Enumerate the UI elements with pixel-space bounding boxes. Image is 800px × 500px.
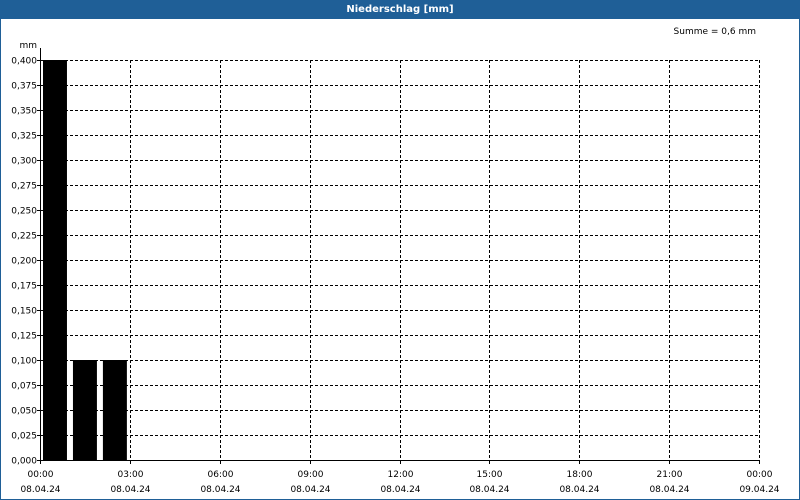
y-tick-label: 0,200: [11, 257, 37, 267]
y-tick-label: 0,075: [11, 382, 37, 392]
y-tick-label: 0,375: [11, 82, 37, 92]
x-tick-time: 00:00: [28, 470, 54, 480]
y-tick-label: 0,250: [11, 207, 37, 217]
x-tick-labels: 00:00 08.04.24 03:00 08.04.24 06:00 08.04.24 0…: [20, 470, 779, 495]
bar: [42, 60, 67, 460]
y-tick-label: 0,050: [11, 407, 37, 417]
x-tick-date: 08.04.24: [110, 485, 150, 495]
x-tick-time: 15:00: [477, 470, 503, 480]
x-tick-date: 08.04.24: [559, 485, 599, 495]
y-tick-label: 0,025: [11, 432, 37, 442]
x-tick-time: 09:00: [298, 470, 324, 480]
x-tick-time: 06:00: [208, 470, 234, 480]
y-tick-labels: 0,000 0,025 0,050 0,075 0,100 0,125 0,150 0,175…: [11, 57, 37, 467]
y-tick-label: 0,400: [11, 57, 37, 67]
y-tick-label: 0,100: [11, 357, 37, 367]
x-tick-time: 12:00: [388, 470, 414, 480]
y-tick-label: 0,300: [11, 157, 37, 167]
x-tick-date: 08.04.24: [469, 485, 509, 495]
y-tick-label: 0,000: [11, 457, 37, 467]
x-tick-date: 08.04.24: [200, 485, 240, 495]
bars: [42, 60, 127, 460]
x-tick-time: 03:00: [118, 470, 144, 480]
x-tick-date: 08.04.24: [20, 485, 60, 495]
y-tick-label: 0,175: [11, 282, 37, 292]
grid-lines: [40, 60, 760, 460]
x-tick-time: 18:00: [567, 470, 593, 480]
y-tick-label: 0,350: [11, 107, 37, 117]
x-tick-time: 21:00: [657, 470, 683, 480]
y-tick-label: 0,275: [11, 182, 37, 192]
x-tick-date: 08.04.24: [290, 485, 330, 495]
y-tick-label: 0,325: [11, 132, 37, 142]
x-tick-date: 09.04.24: [739, 485, 779, 495]
x-tick-time: 00:00: [747, 470, 773, 480]
sum-label: Summe = 0,6 mm: [674, 27, 756, 37]
x-tick-date: 08.04.24: [380, 485, 420, 495]
y-tick-label: 0,225: [11, 232, 37, 242]
y-tick-label: 0,125: [11, 332, 37, 342]
y-axis-label: mm: [19, 41, 37, 51]
x-tick-date: 08.04.24: [649, 485, 689, 495]
bar-chart: mm Summe = 0,6 mm 0,0000,0250,0500,0750,…: [11, 27, 780, 495]
y-tick-label: 0,150: [11, 307, 37, 317]
bar: [102, 360, 127, 460]
bar: [72, 360, 97, 460]
